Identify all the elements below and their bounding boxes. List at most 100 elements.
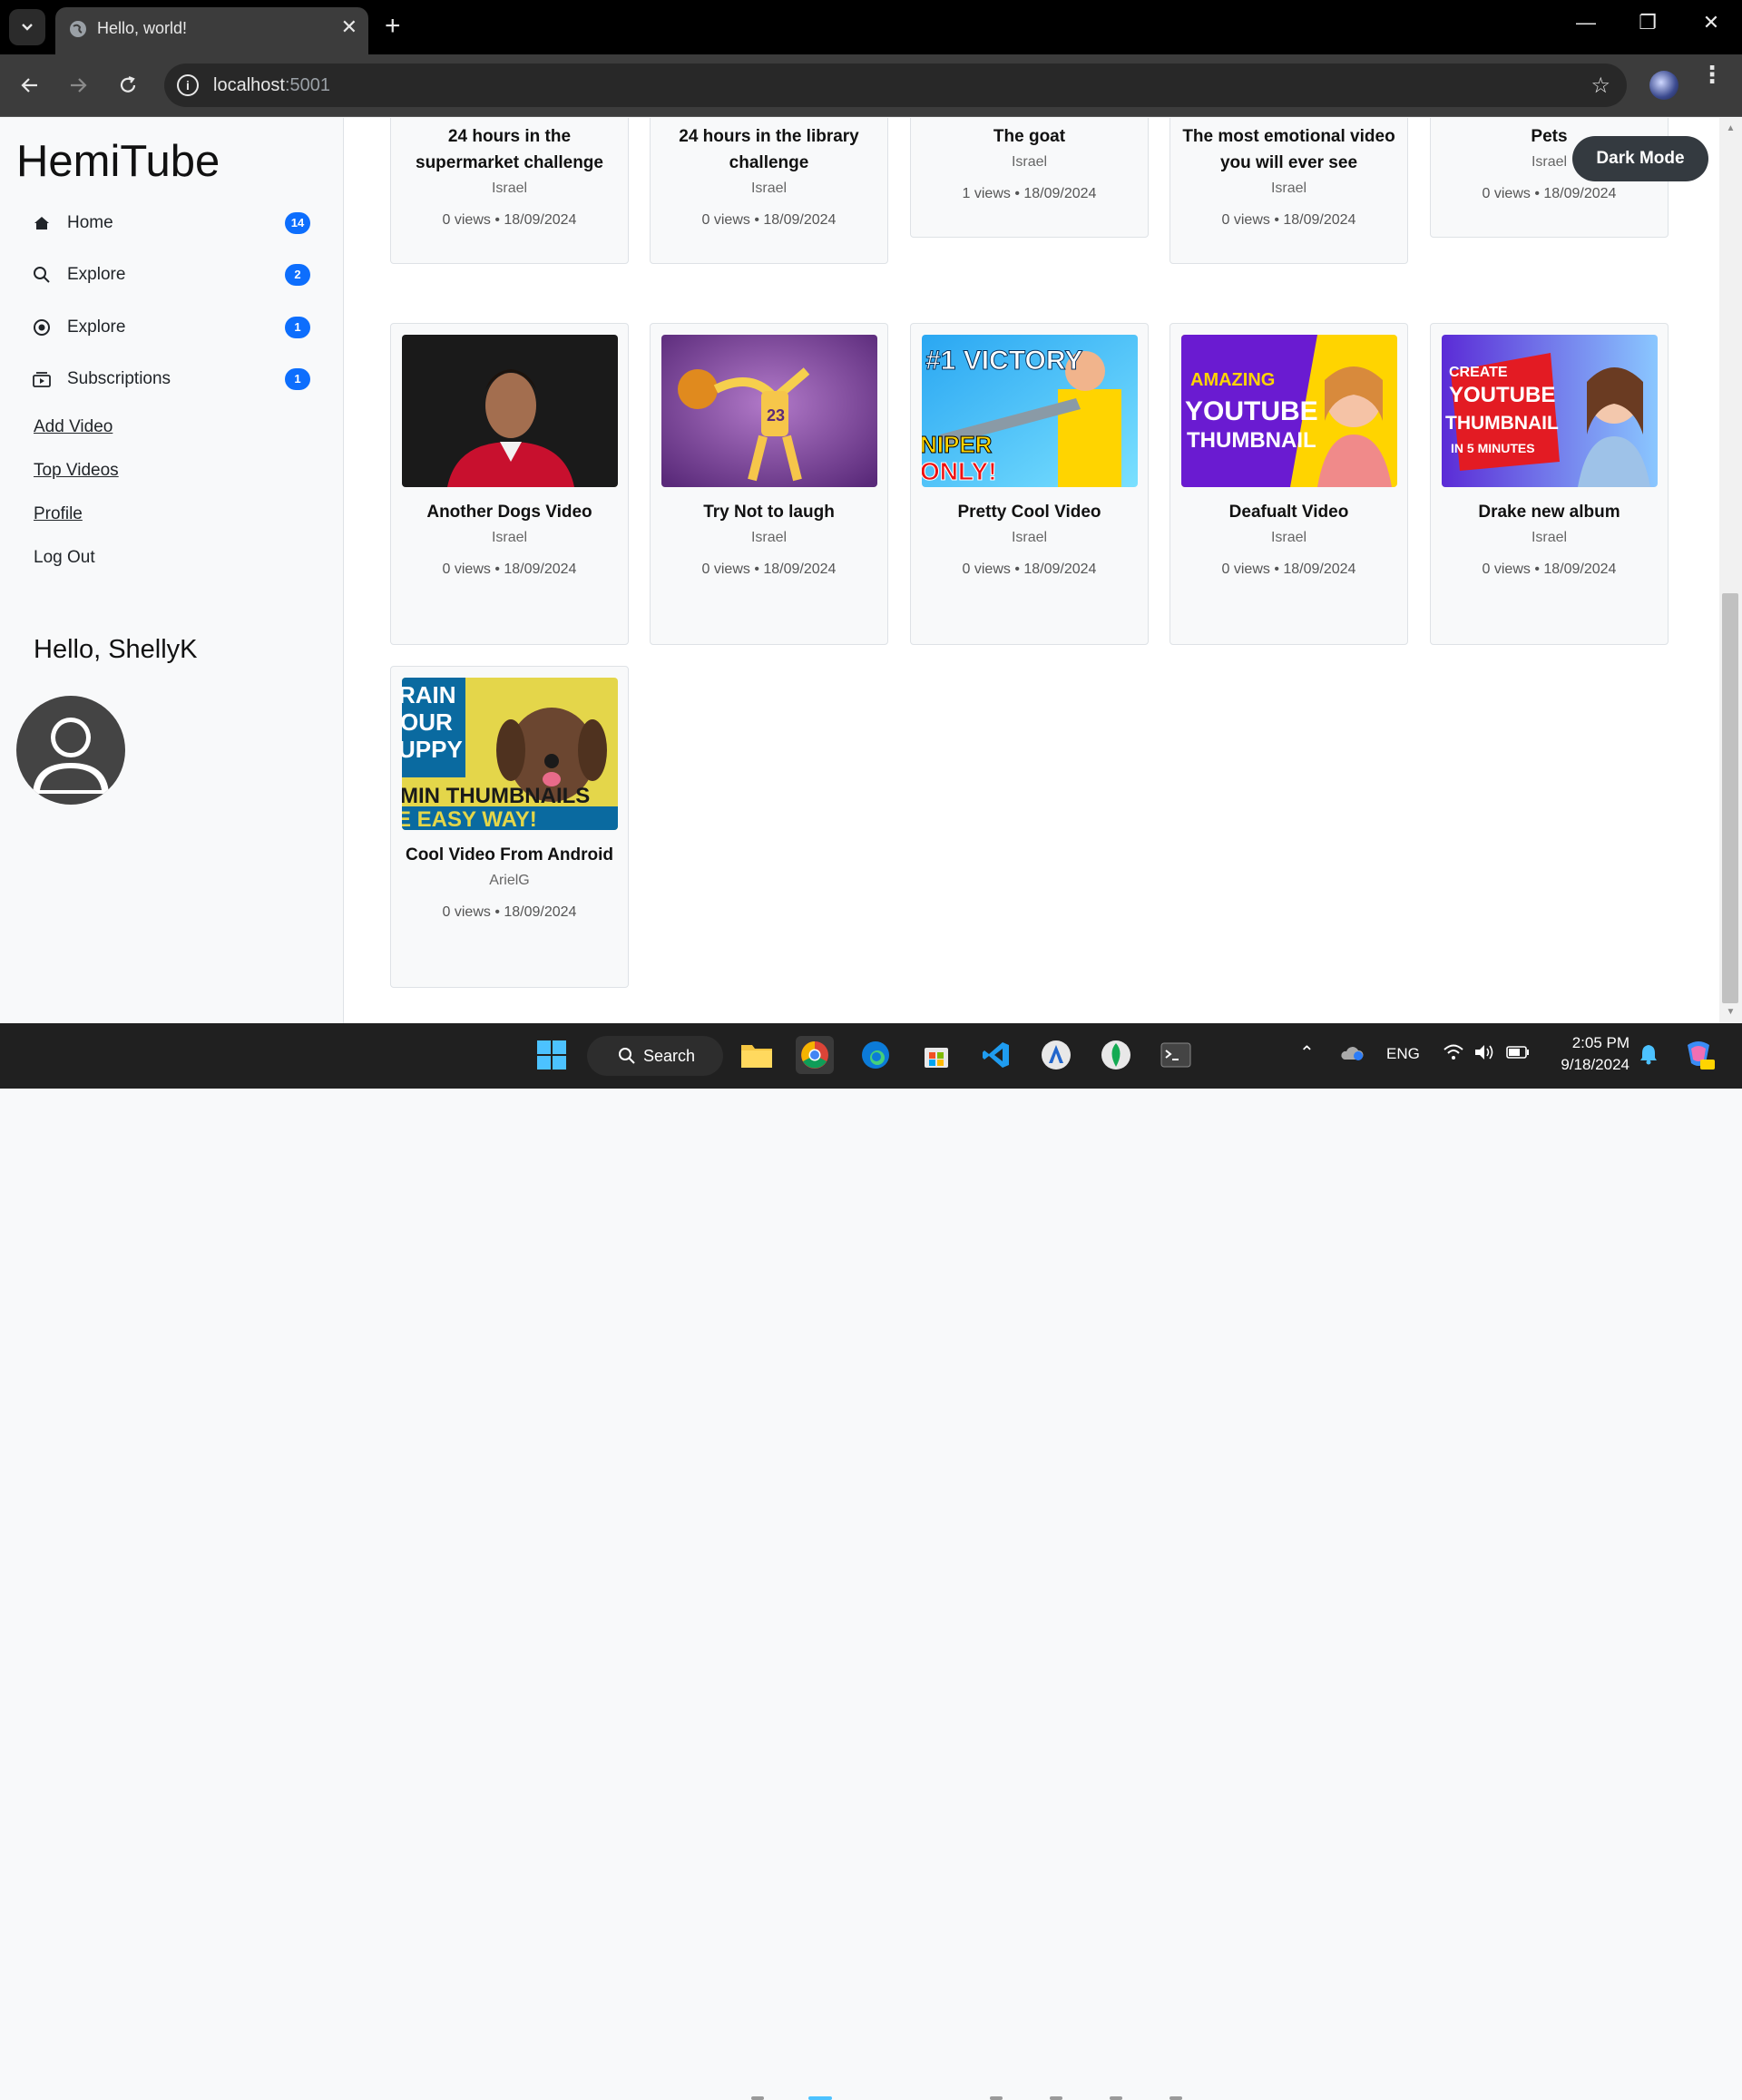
video-title: Deafualt Video [1228,503,1349,522]
browser-toolbar: i localhost:5001 ☆ ⋮ [0,54,1742,117]
mongodb-icon[interactable] [1097,1036,1135,1074]
thumbnail-text: OUR [402,708,453,736]
taskbar-running-indicator [751,2096,764,2100]
new-tab-icon[interactable]: + [385,13,401,40]
video-thumbnail[interactable]: AMAZING YOUTUBE THUMBNAIL [1181,335,1397,487]
site-info-icon[interactable]: i [177,74,199,96]
video-card[interactable]: 24 hours in the supermarket challenge Isr… [390,118,629,264]
video-card[interactable]: The most emotional video you will ever se… [1169,118,1408,264]
address-bar[interactable]: i localhost:5001 ☆ [164,63,1627,107]
video-card[interactable]: The goat Israel 1 views • 18/09/2024 [910,118,1149,238]
log-out-link[interactable]: Log Out [34,548,95,568]
start-icon[interactable] [533,1036,571,1074]
scrollbar-thumb[interactable] [1722,593,1738,1003]
scroll-down-arrow-icon[interactable]: ▼ [1719,1007,1742,1017]
count-badge: 2 [285,264,310,286]
scroll-up-arrow-icon[interactable]: ▲ [1719,123,1742,133]
language-indicator[interactable]: ENG [1386,1045,1420,1063]
video-thumbnail[interactable]: CREATE YOUTUBE THUMBNAIL IN 5 MINUTES [1442,335,1658,487]
video-meta: 0 views • 18/09/2024 [1221,212,1356,228]
video-card[interactable]: 24 hours in the library challenge Israel … [650,118,888,264]
count-badge: 1 [285,317,310,338]
store-icon[interactable] [917,1036,955,1074]
reload-icon[interactable] [112,69,144,102]
video-meta: 0 views • 18/09/2024 [701,212,837,228]
file-explorer-icon[interactable] [738,1036,776,1074]
thumbnail-text: ONLY! [922,457,997,485]
sidebar-item-explore[interactable]: Explore 2 [33,257,310,293]
wifi-icon[interactable] [1443,1043,1464,1066]
battery-icon[interactable] [1506,1045,1530,1064]
address-url[interactable]: localhost:5001 [213,75,330,96]
user-avatar[interactable] [16,696,125,805]
subscriptions-icon [33,370,51,388]
video-card[interactable]: RAIN OUR UPPY MIN THUMBNAILS E EASY WAY!… [390,666,629,988]
brand-logo-text[interactable]: HemiTube [16,136,220,187]
search-icon [33,266,51,284]
globe-icon [70,21,86,37]
back-icon[interactable] [14,69,46,102]
taskbar-search[interactable]: Search [587,1036,723,1076]
thumbnail-text: YOUTUBE [1185,396,1318,426]
chevron-up-icon[interactable]: ⌃ [1299,1041,1315,1064]
edge-icon[interactable] [856,1036,895,1074]
person-icon [33,718,109,794]
terminal-icon[interactable] [1157,1036,1195,1074]
video-meta: 0 views • 18/09/2024 [1482,562,1617,577]
video-thumbnail[interactable]: #1 VICTORY NIPER ONLY! [922,335,1138,487]
copilot-icon[interactable] [1682,1040,1715,1075]
video-owner: Israel [491,181,528,196]
clock-date[interactable]: 9/18/2024 [1548,1056,1629,1074]
app-icon[interactable] [1037,1036,1075,1074]
video-title: Pretty Cool Video [957,503,1101,522]
video-card[interactable]: Another Dogs Video Israel 0 views • 18/0… [390,323,629,645]
sidebar-item-subscriptions[interactable]: Subscriptions 1 [33,361,310,397]
video-title: Try Not to laugh [703,503,835,522]
profile-link[interactable]: Profile [34,504,83,524]
sidebar-item-explore-2[interactable]: Explore 1 [33,309,310,346]
taskbar-running-indicator [990,2096,1003,2100]
top-videos-link[interactable]: Top Videos [34,461,119,481]
video-thumbnail[interactable] [402,335,618,487]
compass-icon [33,318,51,337]
browser-tab-strip: Hello, world! ✕ + — ❐ ✕ [0,0,1742,54]
page-viewport: HemiTube Home 14 Explore 2 Explore 1 Sub… [0,118,1742,1023]
video-owner: Israel [1270,181,1307,196]
close-window-icon[interactable]: ✕ [1693,11,1729,34]
video-title: Drake new album [1478,503,1620,522]
forward-icon[interactable] [62,69,94,102]
video-grid: 24 hours in the supermarket challenge Isr… [345,118,1719,1023]
notification-bell-icon[interactable] [1639,1043,1659,1070]
video-card[interactable]: 23 Try Not to laugh Israel 0 views • 18/… [650,323,888,645]
onedrive-icon[interactable] [1339,1043,1365,1066]
video-thumbnail[interactable]: 23 [661,335,877,487]
taskbar-search-label: Search [643,1046,696,1065]
video-owner: Israel [750,530,788,545]
volume-icon[interactable] [1473,1043,1495,1066]
vscode-icon[interactable] [977,1036,1015,1074]
minimize-icon[interactable]: — [1568,11,1604,34]
restore-icon[interactable]: ❐ [1629,11,1666,34]
video-card[interactable]: AMAZING YOUTUBE THUMBNAIL Deafualt Video… [1169,323,1408,645]
dark-mode-button[interactable]: Dark Mode [1572,136,1708,181]
bookmark-star-icon[interactable]: ☆ [1590,73,1610,99]
tab-search-button[interactable] [9,9,45,45]
thumbnail-text: AMAZING [1190,370,1275,390]
browser-tab-active[interactable]: Hello, world! ✕ [55,7,368,54]
video-meta: 0 views • 18/09/2024 [442,212,577,228]
video-card[interactable]: CREATE YOUTUBE THUMBNAIL IN 5 MINUTES Dr… [1430,323,1669,645]
browser-menu-icon[interactable]: ⋮ [1698,63,1726,86]
sidebar-item-home[interactable]: Home 14 [33,205,310,241]
chrome-icon[interactable] [796,1036,834,1074]
taskbar-running-indicator [1169,2096,1182,2100]
profile-avatar-icon[interactable] [1649,71,1678,100]
video-card[interactable]: #1 VICTORY NIPER ONLY! Pretty Cool Video… [910,323,1149,645]
video-thumbnail[interactable]: RAIN OUR UPPY MIN THUMBNAILS E EASY WAY! [402,678,618,830]
close-tab-icon[interactable]: ✕ [341,17,357,37]
clock-time[interactable]: 2:05 PM [1553,1034,1629,1052]
add-video-link[interactable]: Add Video [34,417,113,437]
video-meta: 0 views • 18/09/2024 [1482,186,1617,201]
sidebar-item-label: Subscriptions [67,369,171,388]
sidebar: HemiTube Home 14 Explore 2 Explore 1 Sub… [0,118,344,1023]
sidebar-item-label: Explore [67,265,126,284]
